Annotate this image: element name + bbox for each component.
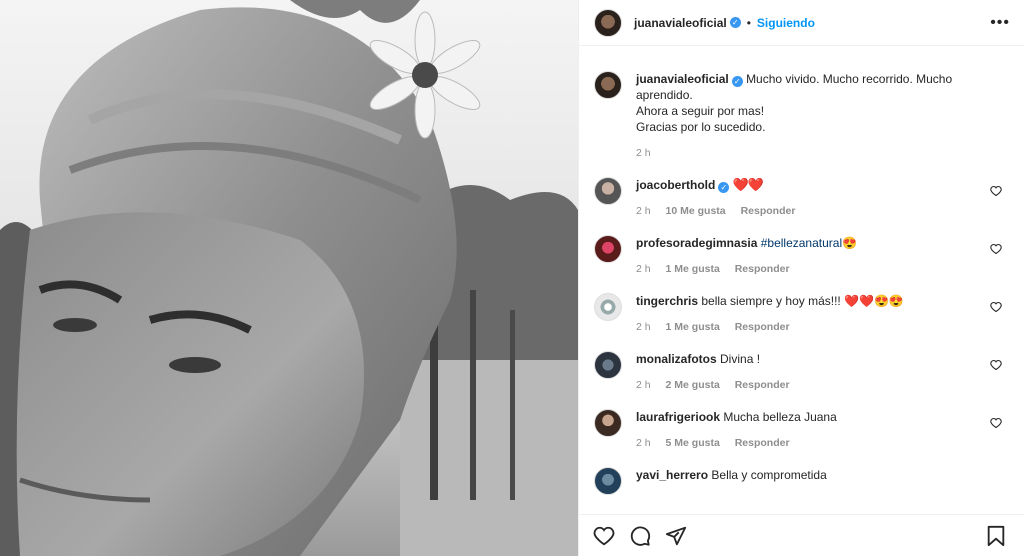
comments-list[interactable]: juanavialeoficial ✓ Mucho vivido. Mucho r…: [579, 47, 1024, 514]
reply-button[interactable]: Responder: [735, 263, 790, 275]
caption-line: Gracias por lo sucedido.: [636, 120, 766, 134]
comment-text: bella siempre y hoy más!!! ❤️❤️😍😍: [701, 294, 904, 308]
separator-dot: •: [746, 15, 751, 30]
commenter-username[interactable]: laurafrigeriook: [636, 410, 720, 424]
reply-button[interactable]: Responder: [735, 379, 790, 391]
commenter-avatar[interactable]: [594, 467, 622, 495]
hashtag-link[interactable]: #bellezanatural😍: [761, 236, 857, 250]
verified-badge-icon: ✓: [718, 182, 730, 193]
post-caption: juanavialeoficial ✓ Mucho vivido. Mucho r…: [579, 71, 1024, 161]
commenter-username[interactable]: tingerchris: [636, 294, 698, 308]
list-item: joacoberthold ✓ ❤️❤️ 2 h 10 Me gusta Resp…: [579, 177, 1024, 219]
author-username[interactable]: juanavialeoficial: [634, 16, 727, 30]
commenter-avatar[interactable]: [594, 235, 622, 263]
caption-author-avatar[interactable]: [594, 71, 622, 99]
caption-line: Ahora a seguir por mas!: [636, 104, 765, 118]
reply-button[interactable]: Responder: [741, 205, 796, 217]
reply-button[interactable]: Responder: [735, 321, 790, 333]
post-actions-bar: [579, 514, 1024, 556]
list-item: tingerchris bella siempre y hoy más!!! ❤…: [579, 293, 1024, 335]
author-avatar[interactable]: [594, 8, 622, 37]
commenter-username[interactable]: joacoberthold: [636, 178, 715, 192]
list-item: profesoradegimnasia #bellezanatural😍 2 h…: [579, 235, 1024, 277]
reply-button[interactable]: Responder: [735, 437, 790, 449]
heart-icon[interactable]: [990, 301, 1002, 313]
post-photo[interactable]: [0, 0, 578, 556]
more-options-icon[interactable]: •••: [990, 14, 1010, 32]
comment-timestamp[interactable]: 2 h: [636, 321, 651, 333]
share-icon[interactable]: [665, 525, 687, 547]
comment-timestamp[interactable]: 2 h: [636, 379, 651, 391]
comment-likes[interactable]: 1 Me gusta: [666, 263, 720, 275]
commenter-avatar[interactable]: [594, 177, 622, 205]
heart-icon[interactable]: [990, 417, 1002, 429]
list-item: monalizafotos Divina ! 2 h 2 Me gusta Re…: [579, 351, 1024, 393]
comment-likes[interactable]: 5 Me gusta: [666, 437, 720, 449]
caption-author-username[interactable]: juanavialeoficial: [636, 72, 729, 86]
commenter-avatar[interactable]: [594, 351, 622, 379]
list-item: yavi_herrero Bella y comprometida: [579, 467, 1024, 495]
comment-timestamp[interactable]: 2 h: [636, 263, 651, 275]
caption-timestamp[interactable]: 2 h: [636, 147, 651, 159]
list-item: laurafrigeriook Mucha belleza Juana 2 h …: [579, 409, 1024, 451]
post-detail-panel: juanavialeoficial ✓ • Siguiendo ••• juan…: [578, 0, 1024, 556]
heart-icon[interactable]: [990, 185, 1002, 197]
comment-timestamp[interactable]: 2 h: [636, 205, 651, 217]
commenter-avatar[interactable]: [594, 409, 622, 437]
comment-likes[interactable]: 2 Me gusta: [666, 379, 720, 391]
comment-likes[interactable]: 10 Me gusta: [666, 205, 726, 217]
heart-icon[interactable]: [990, 243, 1002, 255]
post-photo-illustration: [0, 0, 578, 556]
heart-icon[interactable]: [593, 525, 615, 547]
comment-likes[interactable]: 1 Me gusta: [666, 321, 720, 333]
comment-text: Bella y comprometida: [711, 468, 827, 482]
comment-icon[interactable]: [629, 525, 651, 547]
following-button[interactable]: Siguiendo: [757, 16, 815, 30]
commenter-username[interactable]: profesoradegimnasia: [636, 236, 757, 250]
heart-icon[interactable]: [990, 359, 1002, 371]
commenter-username[interactable]: yavi_herrero: [636, 468, 708, 482]
comment-text: ❤️❤️: [732, 177, 764, 192]
post-header: juanavialeoficial ✓ • Siguiendo •••: [579, 0, 1024, 46]
commenter-avatar[interactable]: [594, 293, 622, 321]
bookmark-icon[interactable]: [986, 525, 1006, 547]
verified-badge-icon: ✓: [729, 17, 741, 28]
commenter-username[interactable]: monalizafotos: [636, 352, 717, 366]
verified-badge-icon: ✓: [731, 76, 743, 87]
comment-text: Divina !: [720, 352, 761, 366]
comment-text: Mucha belleza Juana: [723, 410, 837, 424]
comment-timestamp[interactable]: 2 h: [636, 437, 651, 449]
